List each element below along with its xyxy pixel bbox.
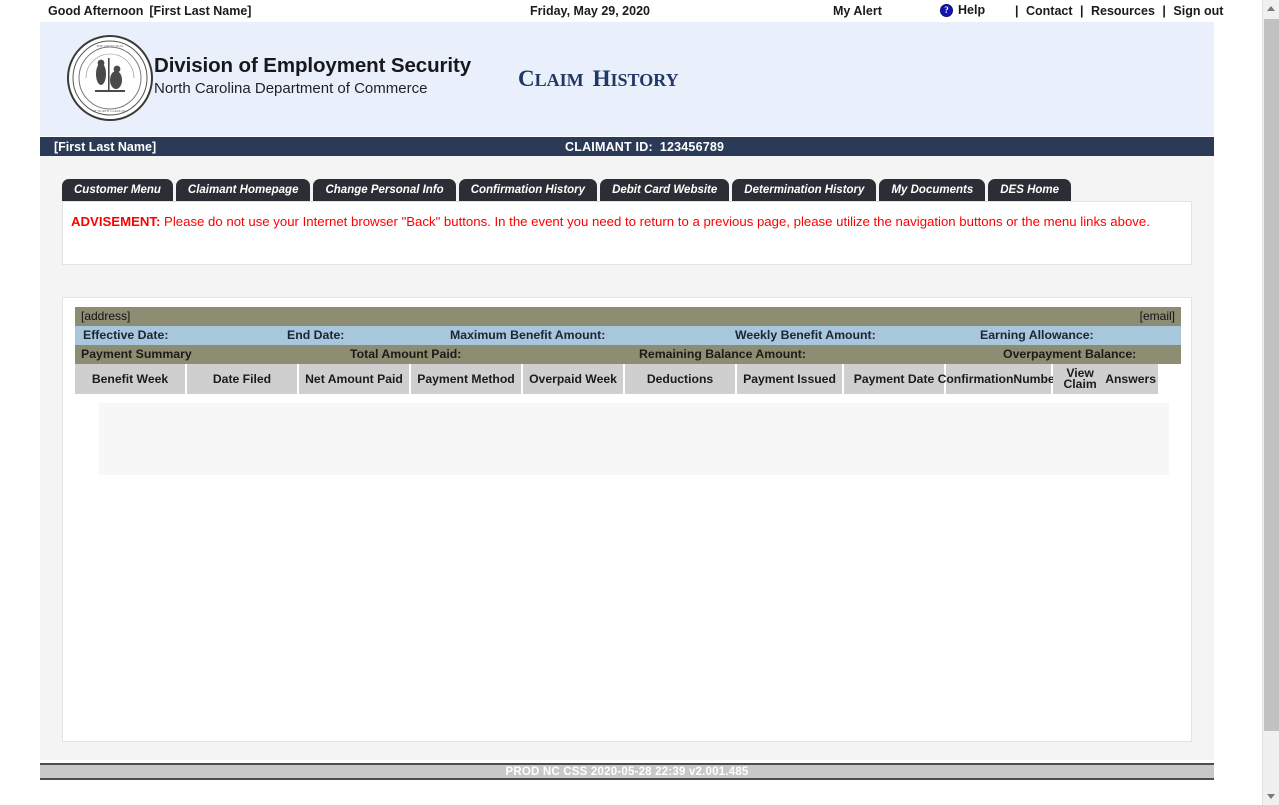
column-header-benefit-week[interactable]: Benefit Week xyxy=(75,364,185,394)
tab-debit-card-website[interactable]: Debit Card Website xyxy=(600,179,729,201)
tab-my-documents[interactable]: My Documents xyxy=(879,179,985,201)
contact-link[interactable]: Contact xyxy=(1024,4,1075,18)
column-header-line1: Deductions xyxy=(647,374,713,385)
tab-confirmation-history[interactable]: Confirmation History xyxy=(459,179,597,201)
agency-identity: Division of Employment Security North Ca… xyxy=(154,54,471,97)
field-overpayment-balance: Overpayment Balance: xyxy=(1003,347,1136,361)
tab-des-home[interactable]: DES Home xyxy=(988,179,1071,201)
tab-bar: Customer MenuClaimant HomepageChange Per… xyxy=(62,179,1074,201)
tab-claimant-homepage[interactable]: Claimant Homepage xyxy=(176,179,311,201)
separator-3: | xyxy=(1160,4,1168,18)
column-header-line1: Payment Method xyxy=(417,374,515,385)
help-label: Help xyxy=(958,3,985,17)
column-header-net-amount-paid[interactable]: Net Amount Paid xyxy=(299,364,409,394)
column-header-payment-date[interactable]: Payment Date xyxy=(844,364,944,394)
my-alert-link[interactable]: My Alert xyxy=(833,4,882,18)
claimant-id-value: 123456789 xyxy=(660,140,724,154)
agency-name: Division of Employment Security xyxy=(154,54,471,78)
claim-results-panel: [address] [email] Effective Date: End Da… xyxy=(62,297,1192,742)
advisement-text: Please do not use your Internet browser … xyxy=(160,214,1150,229)
utility-bar: Good Afternoon [First Last Name] Friday, … xyxy=(0,0,1246,22)
tab-change-personal-info[interactable]: Change Personal Info xyxy=(313,179,455,201)
claimant-address: [address] xyxy=(81,309,130,323)
agency-subtitle: North Carolina Department of Commerce xyxy=(154,80,471,97)
scroll-down-arrow-icon[interactable] xyxy=(1263,788,1279,805)
claimant-email: [email] xyxy=(1140,309,1175,323)
svg-text:THE GREAT SEAL: THE GREAT SEAL xyxy=(96,44,124,48)
field-total-amount-paid: Total Amount Paid: xyxy=(350,347,461,361)
scroll-up-arrow-icon[interactable] xyxy=(1263,0,1279,17)
column-header-line1: Date Filed xyxy=(213,374,271,385)
field-maximum-benefit-amount: Maximum Benefit Amount: xyxy=(450,328,605,342)
scrollbar-thumb[interactable] xyxy=(1264,19,1279,731)
page-scrollbar[interactable] xyxy=(1262,0,1279,805)
advisement-box: ADVISEMENT: Please do not use your Inter… xyxy=(62,201,1192,265)
separator-2: | xyxy=(1078,4,1086,18)
claim-summary-bar: Effective Date: End Date: Maximum Benefi… xyxy=(75,326,1181,345)
column-header-line1: Benefit Week xyxy=(92,374,168,385)
greeting-block: Good Afternoon [First Last Name] xyxy=(48,4,251,18)
column-header-payment-issued[interactable]: Payment Issued xyxy=(737,364,842,394)
svg-text:OF NORTH CAROLINA: OF NORTH CAROLINA xyxy=(92,109,128,113)
field-end-date: End Date: xyxy=(287,328,344,342)
utility-links: | Contact | Resources | Sign out xyxy=(1013,4,1225,18)
resources-link[interactable]: Resources xyxy=(1089,4,1157,18)
help-link[interactable]: ? Help xyxy=(940,3,985,17)
field-earning-allowance: Earning Allowance: xyxy=(980,328,1094,342)
page-title-istory: ISTORY xyxy=(611,70,679,90)
column-header-line1: Net Amount Paid xyxy=(305,374,403,385)
separator-1: | xyxy=(1013,4,1021,18)
column-header-line1: Payment Issued xyxy=(743,374,836,385)
tab-determination-history[interactable]: Determination History xyxy=(732,179,876,201)
column-header-overpaid-week[interactable]: Overpaid Week xyxy=(523,364,623,394)
column-header-confirmation[interactable]: ConfirmationNumber xyxy=(946,364,1051,394)
field-weekly-benefit-amount: Weekly Benefit Amount: xyxy=(735,328,876,342)
footer-version-bar: PROD NC CSS 2020-05-28 22:39 v2.001.485 xyxy=(40,763,1214,780)
tab-customer-menu[interactable]: Customer Menu xyxy=(62,179,173,201)
advisement-label: ADVISEMENT: xyxy=(71,214,160,229)
field-remaining-balance-amount: Remaining Balance Amount: xyxy=(639,347,806,361)
payment-summary-bar: Payment Summary Total Amount Paid: Remai… xyxy=(75,345,1181,364)
address-bar: [address] [email] xyxy=(75,307,1181,326)
field-effective-date: Effective Date: xyxy=(83,328,168,342)
sign-out-link[interactable]: Sign out xyxy=(1171,4,1225,18)
payment-table-header: Benefit Week Date Filed Net Amount Paid Pay… xyxy=(75,364,1201,394)
column-header-payment-method[interactable]: Payment Method xyxy=(411,364,521,394)
page-root: Good Afternoon [First Last Name] Friday, … xyxy=(0,0,1279,805)
label-payment-summary: Payment Summary xyxy=(81,347,192,361)
column-header-line2: Answers xyxy=(1105,374,1156,385)
page-title: CLAIM HISTORY xyxy=(518,66,679,92)
column-header-line1: Payment Date xyxy=(854,374,935,385)
body-panel: Customer MenuClaimant HomepageChange Per… xyxy=(40,156,1214,760)
greeting-user-name: [First Last Name] xyxy=(149,4,251,18)
column-header-line1: Overpaid Week xyxy=(529,374,617,385)
column-header-view-claim[interactable]: View ClaimAnswers xyxy=(1053,364,1158,394)
column-header-line1: Confirmation xyxy=(938,374,1014,385)
claimant-id-label: CLAIMANT ID: xyxy=(565,140,653,154)
page-title-c: C xyxy=(518,66,535,91)
payment-table-empty-body xyxy=(99,403,1169,475)
question-circle-icon: ? xyxy=(940,4,953,17)
claimant-bar: [First Last Name] CLAIMANT ID: 123456789 xyxy=(40,137,1214,156)
page-title-h: H xyxy=(593,66,611,91)
greeting-text: Good Afternoon xyxy=(48,4,143,18)
page-title-laim: LAIM xyxy=(535,70,584,90)
claimant-name: [First Last Name] xyxy=(54,140,156,154)
current-date: Friday, May 29, 2020 xyxy=(530,4,650,18)
column-header-date-filed[interactable]: Date Filed xyxy=(187,364,297,394)
masthead: THE GREAT SEAL OF NORTH CAROLINA Divisio… xyxy=(40,22,1214,136)
column-header-line1: View Claim xyxy=(1055,368,1105,390)
column-header-deductions[interactable]: Deductions xyxy=(625,364,735,394)
nc-state-seal-icon: THE GREAT SEAL OF NORTH CAROLINA xyxy=(66,34,154,122)
claimant-id: CLAIMANT ID: 123456789 xyxy=(565,140,724,154)
